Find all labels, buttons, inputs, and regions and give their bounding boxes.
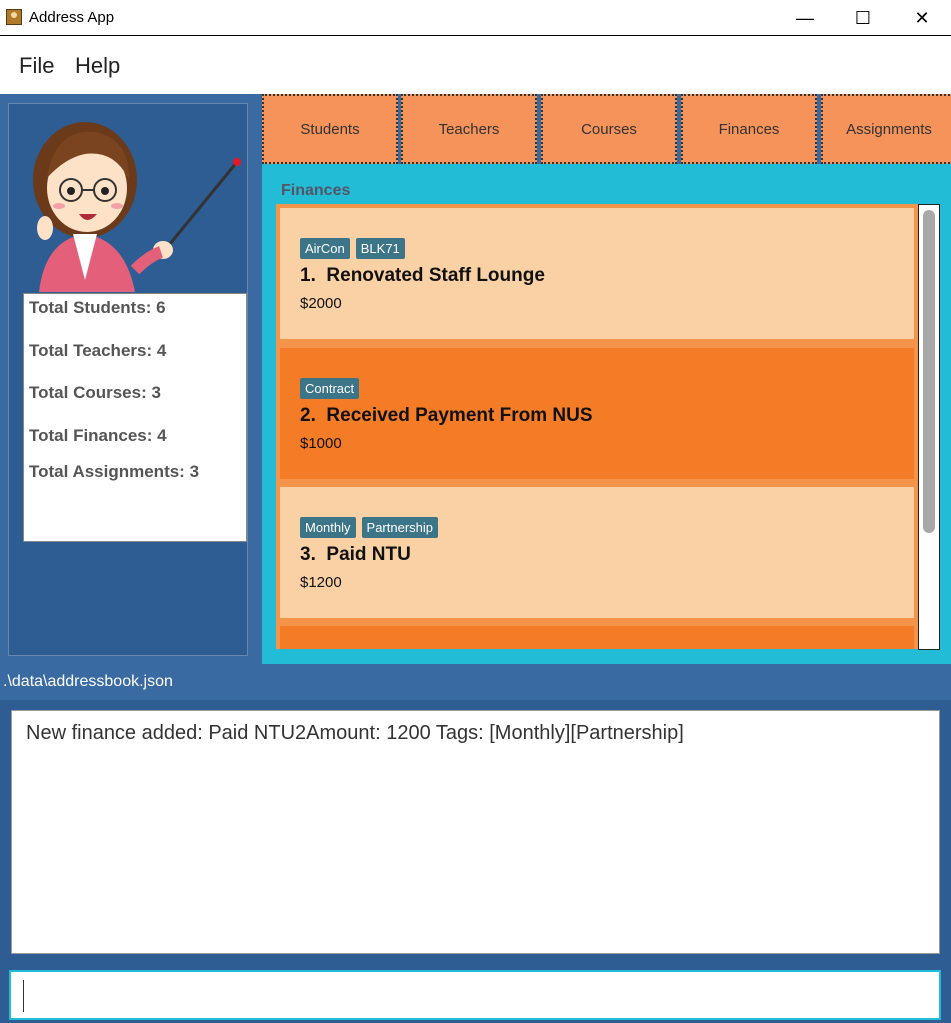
title-bar: Address App — ☐ ✕ — [0, 0, 951, 36]
text-caret — [23, 980, 24, 1012]
result-message: New finance added: Paid NTU2Amount: 1200… — [26, 722, 684, 744]
total-courses: Total Courses: 3 — [29, 383, 161, 402]
finance-amount: $1000 — [300, 435, 342, 452]
finance-card[interactable] — [280, 626, 914, 649]
address-book-icon — [6, 9, 22, 25]
finance-title: 1. Renovated Staff Lounge — [300, 265, 545, 286]
total-assignments: Total Assignments: 3 — [29, 462, 200, 481]
finance-title: 3. Paid NTU — [300, 544, 411, 565]
stats-panel: Total Students: 6 Total Teachers: 4 Tota… — [23, 293, 247, 542]
main-area: Total Students: 6 Total Teachers: 4 Tota… — [0, 94, 951, 664]
menu-file[interactable]: File — [19, 53, 54, 79]
result-display[interactable]: New finance added: Paid NTU2Amount: 1200… — [11, 710, 940, 954]
maximize-button[interactable]: ☐ — [834, 0, 892, 36]
finances-panel: Finances AirCon BLK71 1. Renovated Staff… — [262, 164, 951, 664]
maximize-icon: ☐ — [854, 7, 872, 28]
tag-list: Monthly Partnership — [300, 517, 439, 538]
sidebar: Total Students: 6 Total Teachers: 4 Tota… — [8, 103, 248, 656]
status-bar: .\data\addressbook.json — [0, 664, 951, 700]
scrollbar-thumb[interactable] — [923, 210, 935, 533]
minimize-button[interactable]: — — [776, 0, 834, 36]
finance-card[interactable]: AirCon BLK71 1. Renovated Staff Lounge $… — [280, 208, 914, 339]
finance-card[interactable]: Monthly Partnership 3. Paid NTU $1200 — [280, 487, 914, 618]
close-icon: ✕ — [914, 7, 930, 28]
window-title: Address App — [29, 9, 115, 26]
command-input[interactable] — [9, 970, 941, 1020]
tag-list: Contract — [300, 378, 360, 399]
tag-badge: AirCon — [300, 238, 350, 259]
finance-amount: $2000 — [300, 295, 342, 312]
tab-students[interactable]: Students — [262, 94, 398, 164]
menu-help[interactable]: Help — [75, 53, 120, 79]
total-students: Total Students: 6 — [29, 298, 166, 317]
tag-list: AirCon BLK71 — [300, 238, 405, 259]
tag-badge: Monthly — [300, 517, 356, 538]
total-teachers: Total Teachers: 4 — [29, 341, 167, 360]
tag-badge: Contract — [300, 378, 360, 399]
finance-title: 2. Received Payment From NUS — [300, 405, 593, 426]
tag-badge: BLK71 — [355, 238, 405, 259]
finance-card[interactable]: Contract 2. Received Payment From NUS $1… — [280, 348, 914, 479]
tab-courses[interactable]: Courses — [541, 94, 677, 164]
tab-finances[interactable]: Finances — [681, 94, 817, 164]
panel-title: Finances — [281, 182, 351, 199]
finance-amount: $1200 — [300, 574, 342, 591]
menu-bar: File Help — [0, 37, 951, 94]
close-button[interactable]: ✕ — [893, 0, 951, 36]
list-scrollbar[interactable] — [918, 204, 940, 650]
tab-assignments[interactable]: Assignments — [821, 94, 951, 164]
command-area — [0, 962, 951, 1023]
tag-badge: Partnership — [361, 517, 439, 538]
file-path: .\data\addressbook.json — [3, 673, 173, 690]
minimize-icon: — — [796, 7, 814, 28]
result-area: New finance added: Paid NTU2Amount: 1200… — [0, 700, 951, 962]
teacher-mascot-icon — [33, 122, 241, 292]
total-finances: Total Finances: 4 — [29, 426, 167, 445]
finance-list[interactable]: AirCon BLK71 1. Renovated Staff Lounge $… — [276, 204, 918, 649]
tab-teachers[interactable]: Teachers — [401, 94, 537, 164]
